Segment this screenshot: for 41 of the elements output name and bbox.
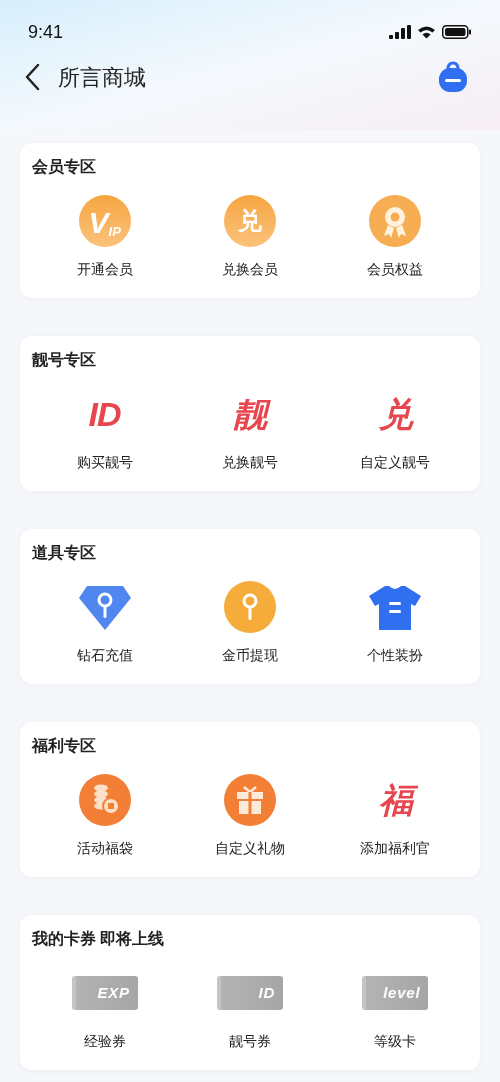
wifi-icon xyxy=(417,25,436,39)
item-label[interactable]: 等级卡 xyxy=(374,1031,417,1052)
section-title: 福利专区 xyxy=(32,736,97,756)
section-title: 道具专区 xyxy=(32,543,97,563)
item-label[interactable]: 个性装扮 xyxy=(367,645,424,666)
item-label[interactable]: 添加福利官 xyxy=(360,838,431,859)
item-label[interactable]: 自定义礼物 xyxy=(215,838,285,859)
section-title: 会员专区 xyxy=(32,157,97,177)
item-label[interactable]: 经验券 xyxy=(83,1031,126,1052)
back-icon[interactable] xyxy=(24,63,40,91)
backpack-icon[interactable] xyxy=(438,61,468,93)
coin-icon xyxy=(224,581,276,633)
section-title: 我的卡券 即将上线 xyxy=(32,929,166,949)
exchange-icon: 兑 xyxy=(224,195,276,247)
glyph-icon: 福 xyxy=(372,777,418,823)
glyph-icon: 兑 xyxy=(372,391,418,437)
medal-icon xyxy=(369,195,422,247)
gift-icon xyxy=(224,774,276,826)
page-title: 所言商城 xyxy=(58,63,146,92)
item-label[interactable]: 金币提现 xyxy=(222,645,278,666)
battery-icon xyxy=(442,25,472,39)
item-label[interactable]: 兑换靓号 xyxy=(222,452,278,473)
coins-icon xyxy=(78,774,131,826)
shirt-icon xyxy=(369,584,422,630)
item-label[interactable]: 购买靓号 xyxy=(76,452,133,473)
status-time: 9:41 xyxy=(28,20,64,44)
item-label[interactable]: 开通会员 xyxy=(76,259,133,280)
item-label[interactable]: 会员权益 xyxy=(367,259,424,280)
item-label[interactable]: 钻石充值 xyxy=(76,645,133,666)
diamond-icon xyxy=(78,584,131,630)
glyph-icon: ID xyxy=(82,391,127,437)
item-label[interactable]: 自定义靓号 xyxy=(360,452,431,473)
item-label[interactable]: 兑换会员 xyxy=(222,259,278,280)
ticket-icon: level xyxy=(362,976,429,1010)
item-label[interactable]: 活动福袋 xyxy=(76,838,133,859)
item-label[interactable]: 靓号券 xyxy=(229,1031,271,1052)
ticket-icon: EXP xyxy=(71,976,138,1010)
ticket-icon: ID xyxy=(217,976,283,1010)
glyph-icon: 靓 xyxy=(227,391,273,437)
section-title: 靓号专区 xyxy=(32,350,97,370)
signal-icon xyxy=(389,25,411,39)
